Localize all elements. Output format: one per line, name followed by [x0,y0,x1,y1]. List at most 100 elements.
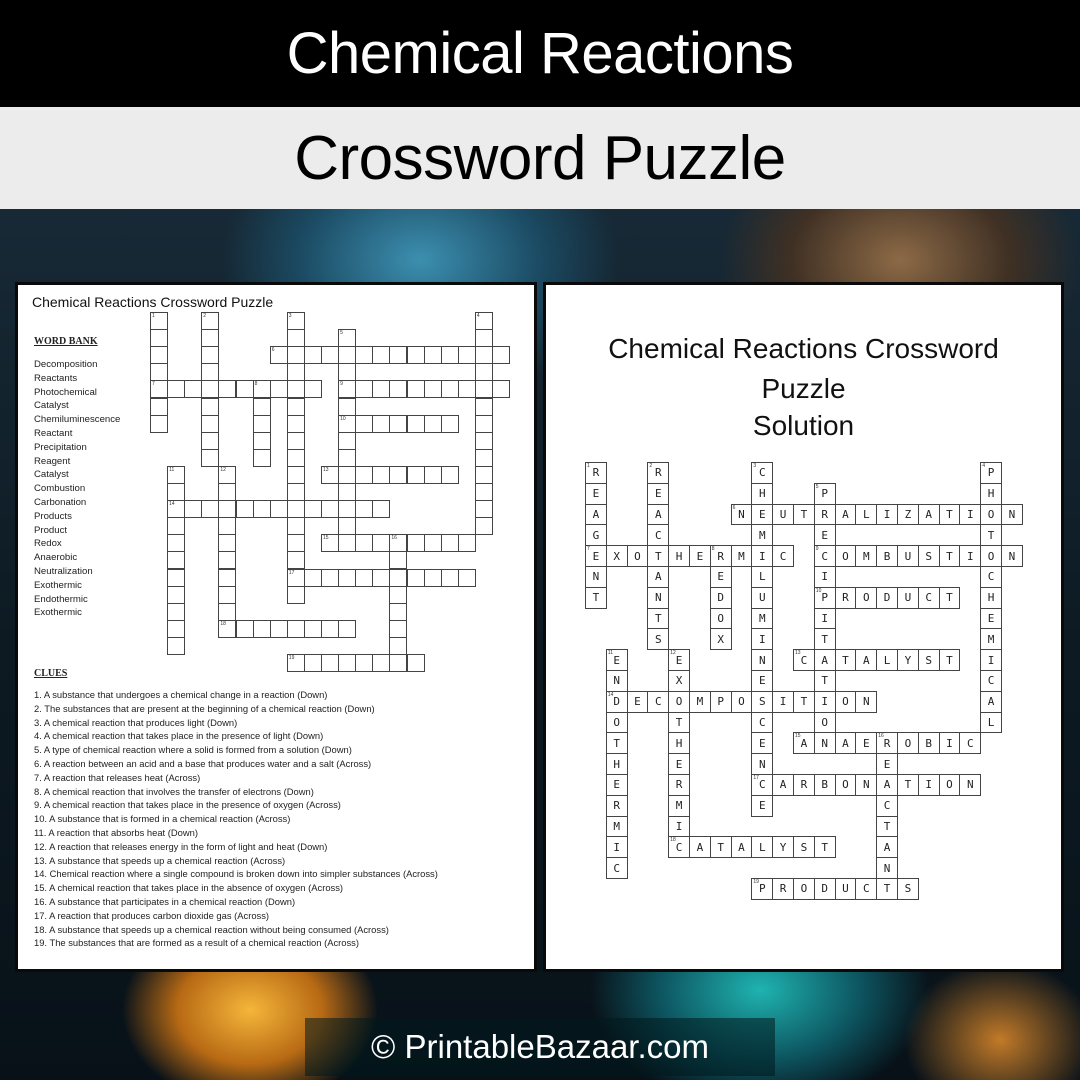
grid-cell[interactable] [286,551,305,570]
grid-cell[interactable] [150,397,169,416]
grid-cell[interactable] [338,465,357,484]
grid-cell[interactable] [321,568,340,587]
grid-cell[interactable] [286,380,305,399]
grid-cell[interactable] [167,517,186,536]
grid-cell[interactable] [286,465,305,484]
grid-cell[interactable] [150,346,169,365]
grid-cell[interactable] [355,568,374,587]
grid-cell[interactable]: 17 [286,568,305,587]
grid-cell[interactable]: 12 [218,465,237,484]
grid-cell[interactable] [201,500,220,519]
grid-cell[interactable]: 19 [286,654,305,673]
grid-cell[interactable] [201,397,220,416]
grid-cell[interactable] [389,414,408,433]
grid-cell[interactable] [303,380,322,399]
grid-cell[interactable] [372,414,391,433]
grid-cell[interactable] [338,346,357,365]
grid-cell[interactable] [389,380,408,399]
grid-cell[interactable] [286,397,305,416]
grid-cell[interactable] [372,500,391,519]
grid-cell[interactable] [201,431,220,450]
grid-cell[interactable] [423,534,442,553]
grid-cell[interactable] [338,619,357,638]
grid-cell[interactable] [303,500,322,519]
grid-cell[interactable] [184,500,203,519]
grid-cell[interactable] [406,465,425,484]
grid-cell[interactable] [321,619,340,638]
grid-cell[interactable] [492,380,511,399]
grid-cell[interactable] [321,346,340,365]
grid-cell[interactable] [355,534,374,553]
grid-cell[interactable] [167,483,186,502]
grid-cell[interactable] [286,448,305,467]
grid-cell[interactable] [474,346,493,365]
grid-cell[interactable]: 2 [201,312,220,331]
grid-cell[interactable] [423,380,442,399]
grid-cell[interactable] [338,431,357,450]
grid-cell[interactable] [457,534,476,553]
grid-cell[interactable] [235,619,254,638]
grid-cell[interactable] [218,380,237,399]
grid-cell[interactable] [286,500,305,519]
grid-cell[interactable] [218,585,237,604]
grid-cell[interactable] [372,568,391,587]
grid-cell[interactable] [474,448,493,467]
grid-cell[interactable]: 9 [338,380,357,399]
grid-cell[interactable] [218,517,237,536]
grid-cell[interactable] [338,534,357,553]
grid-cell[interactable] [389,602,408,621]
grid-cell[interactable] [286,329,305,348]
grid-cell[interactable] [167,534,186,553]
grid-cell[interactable]: 15 [321,534,340,553]
grid-cell[interactable] [423,465,442,484]
grid-cell[interactable] [167,585,186,604]
grid-cell[interactable] [269,619,288,638]
grid-cell[interactable]: 7 [150,380,169,399]
grid-cell[interactable] [321,654,340,673]
grid-cell[interactable] [406,654,425,673]
grid-cell[interactable]: 11 [167,465,186,484]
grid-cell[interactable]: 14 [167,500,186,519]
grid-cell[interactable] [423,346,442,365]
grid-cell[interactable] [201,448,220,467]
grid-cell[interactable] [440,465,459,484]
grid-cell[interactable] [303,568,322,587]
grid-cell[interactable]: 13 [321,465,340,484]
grid-cell[interactable] [303,654,322,673]
grid-cell[interactable] [423,568,442,587]
grid-cell[interactable] [218,568,237,587]
grid-cell[interactable] [355,414,374,433]
grid-cell[interactable] [235,380,254,399]
grid-cell[interactable] [167,619,186,638]
grid-cell[interactable] [201,414,220,433]
grid-cell[interactable] [406,568,425,587]
grid-cell[interactable] [338,517,357,536]
grid-cell[interactable] [218,534,237,553]
grid-cell[interactable] [150,414,169,433]
grid-cell[interactable] [303,346,322,365]
grid-cell[interactable]: 8 [252,380,271,399]
grid-cell[interactable] [406,380,425,399]
grid-cell[interactable] [389,346,408,365]
grid-cell[interactable] [286,414,305,433]
grid-cell[interactable] [440,534,459,553]
grid-cell[interactable]: 3 [286,312,305,331]
grid-cell[interactable] [286,534,305,553]
grid-cell[interactable] [372,380,391,399]
grid-cell[interactable] [235,500,254,519]
grid-cell[interactable] [372,654,391,673]
grid-cell[interactable] [440,568,459,587]
grid-cell[interactable] [474,414,493,433]
grid-cell[interactable] [389,585,408,604]
grid-cell[interactable] [167,551,186,570]
grid-cell[interactable] [201,346,220,365]
grid-cell[interactable] [338,397,357,416]
grid-cell[interactable] [440,380,459,399]
grid-cell[interactable]: 5 [338,329,357,348]
grid-cell[interactable] [389,465,408,484]
grid-cell[interactable] [457,380,476,399]
grid-cell[interactable] [474,517,493,536]
grid-cell[interactable] [218,602,237,621]
grid-cell[interactable] [474,483,493,502]
grid-cell[interactable] [269,500,288,519]
